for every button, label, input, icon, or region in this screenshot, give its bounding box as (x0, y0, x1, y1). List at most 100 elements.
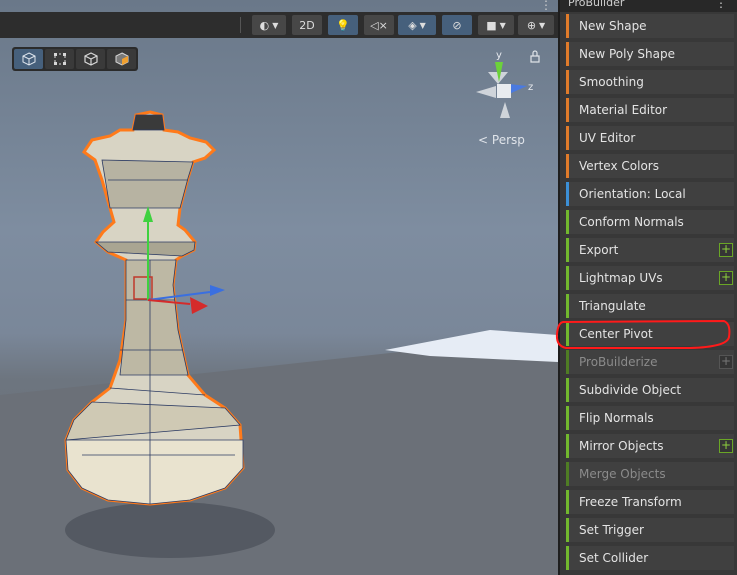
tool-item-center-pivot[interactable]: Center Pivot (566, 322, 734, 346)
scene-menu-icon[interactable]: ⋮ (540, 0, 552, 12)
category-color-bar (566, 462, 569, 486)
tool-item-probuilderize: ProBuilderize + (566, 350, 734, 374)
tool-item-label: Subdivide Object (579, 383, 682, 397)
category-color-bar (566, 98, 569, 122)
tool-item-label: ProBuilderize (579, 355, 658, 369)
effects-dropdown[interactable]: ◈ ▼ (398, 15, 436, 35)
tool-item-mirror-objects[interactable]: Mirror Objects + (566, 434, 734, 458)
tool-item-vertex-colors[interactable]: Vertex Colors (566, 154, 734, 178)
lock-icon (530, 50, 540, 63)
tool-item-conform-normals[interactable]: Conform Normals (566, 210, 734, 234)
chevron-down-icon: ▼ (272, 20, 279, 30)
edge-mode-button[interactable] (76, 49, 105, 69)
tool-item-label: Conform Normals (579, 215, 684, 229)
tool-item-subdivide-object[interactable]: Subdivide Object (566, 378, 734, 402)
category-color-bar (566, 378, 569, 402)
tool-item-label: Smoothing (579, 75, 644, 89)
category-color-bar (566, 490, 569, 514)
category-color-bar (566, 42, 569, 66)
category-color-bar (566, 434, 569, 458)
category-color-bar (566, 14, 569, 38)
view-mode-label[interactable]: < Persp (478, 133, 525, 147)
face-icon (115, 52, 128, 66)
audio-toggle-button[interactable]: ◁× (364, 15, 394, 35)
face-mode-button[interactable] (107, 49, 136, 69)
2d-toggle-button[interactable]: 2D (292, 15, 322, 35)
object-mode-button[interactable] (14, 49, 43, 69)
category-color-bar (566, 322, 569, 346)
category-color-bar (566, 70, 569, 94)
category-color-bar (566, 238, 569, 262)
vertex-mode-button[interactable] (45, 49, 74, 69)
probuilder-panel: ProBuilder ⋮ New Shape New Poly Shape Smoo… (558, 0, 737, 575)
vertex-icon (53, 53, 66, 65)
tool-item-set-collider[interactable]: Set Collider (566, 546, 734, 570)
layers-icon: ◈ (408, 18, 417, 32)
tool-item-uv-editor[interactable]: UV Editor (566, 126, 734, 150)
options-plus-button: + (719, 354, 733, 369)
tool-item-label: Flip Normals (579, 411, 654, 425)
gizmos-dropdown[interactable]: ⊕ ▼ (518, 15, 554, 35)
tool-item-smoothing[interactable]: Smoothing (566, 70, 734, 94)
hidden-eye-icon: ⊘ (452, 18, 462, 32)
tool-item-triangulate[interactable]: Triangulate (566, 294, 734, 318)
tool-item-export[interactable]: Export + (566, 238, 734, 262)
tool-item-label: Material Editor (579, 103, 668, 117)
tool-item-lightmap-uvs[interactable]: Lightmap UVs + (566, 266, 734, 290)
tool-item-orientation-local[interactable]: Orientation: Local (566, 182, 734, 206)
tool-item-label: Lightmap UVs (579, 271, 663, 285)
category-color-bar (566, 126, 569, 150)
tool-item-new-poly-shape[interactable]: New Poly Shape (566, 42, 734, 66)
category-color-bar (566, 294, 569, 318)
panel-title-bar: ProBuilder ⋮ (560, 0, 737, 12)
lightbulb-icon: 💡 (336, 18, 350, 32)
audio-mute-icon: ◁× (370, 18, 388, 32)
tool-item-label: Mirror Objects (579, 439, 664, 453)
tool-item-label: UV Editor (579, 131, 636, 145)
camera-icon: ■ (486, 18, 497, 32)
options-plus-button[interactable]: + (719, 243, 733, 257)
category-color-bar (566, 210, 569, 234)
globe-icon: ⊕ (526, 18, 537, 32)
toolbar-divider (240, 17, 241, 33)
cube-icon (22, 52, 35, 66)
tool-item-label: New Poly Shape (579, 47, 675, 61)
shadow (65, 502, 275, 558)
scene-canvas: y z (0, 50, 558, 575)
category-color-bar (566, 182, 569, 206)
scene-toolbar: ◐ ▼ 2D 💡 ◁× ◈ ▼ ⊘ ■ ▼ ⊕ ▼ (0, 12, 558, 38)
chess-queen (64, 110, 245, 506)
shading-mode-dropdown[interactable]: ◐ ▼ (252, 15, 286, 35)
category-color-bar (566, 406, 569, 430)
panel-title: ProBuilder (568, 0, 625, 9)
tool-item-label: Merge Objects (579, 467, 666, 481)
options-plus-button[interactable]: + (719, 439, 733, 453)
selection-mode-group (12, 47, 138, 71)
category-color-bar (566, 350, 569, 374)
tool-item-material-editor[interactable]: Material Editor (566, 98, 734, 122)
tool-item-freeze-transform[interactable]: Freeze Transform (566, 490, 734, 514)
chevron-down-icon: ▼ (539, 20, 546, 30)
visibility-toggle-button[interactable]: ⊘ (442, 15, 472, 35)
tool-item-merge-objects: Merge Objects (566, 462, 734, 486)
chevron-down-icon: ▼ (499, 20, 506, 30)
svg-text:z: z (528, 82, 533, 93)
scene-view[interactable]: y z < Persp (0, 0, 558, 575)
options-plus-button[interactable]: + (719, 271, 733, 285)
tool-item-label: Center Pivot (579, 327, 653, 341)
tool-item-set-trigger[interactable]: Set Trigger (566, 518, 734, 542)
svg-text:y: y (496, 50, 502, 61)
tool-item-new-shape[interactable]: New Shape (566, 14, 734, 38)
tool-item-label: Triangulate (579, 299, 646, 313)
perspective-icon: < (478, 133, 489, 147)
lighting-toggle-button[interactable]: 💡 (328, 15, 358, 35)
tool-item-label: Orientation: Local (579, 187, 686, 201)
tool-item-label: Export (579, 243, 619, 257)
tool-item-flip-normals[interactable]: Flip Normals (566, 406, 734, 430)
tool-item-label: Set Collider (579, 551, 649, 565)
camera-dropdown[interactable]: ■ ▼ (478, 15, 514, 35)
category-color-bar (566, 546, 569, 570)
sphere-icon: ◐ (259, 18, 270, 32)
category-color-bar (566, 266, 569, 290)
panel-menu-icon[interactable]: ⋮ (715, 0, 727, 9)
